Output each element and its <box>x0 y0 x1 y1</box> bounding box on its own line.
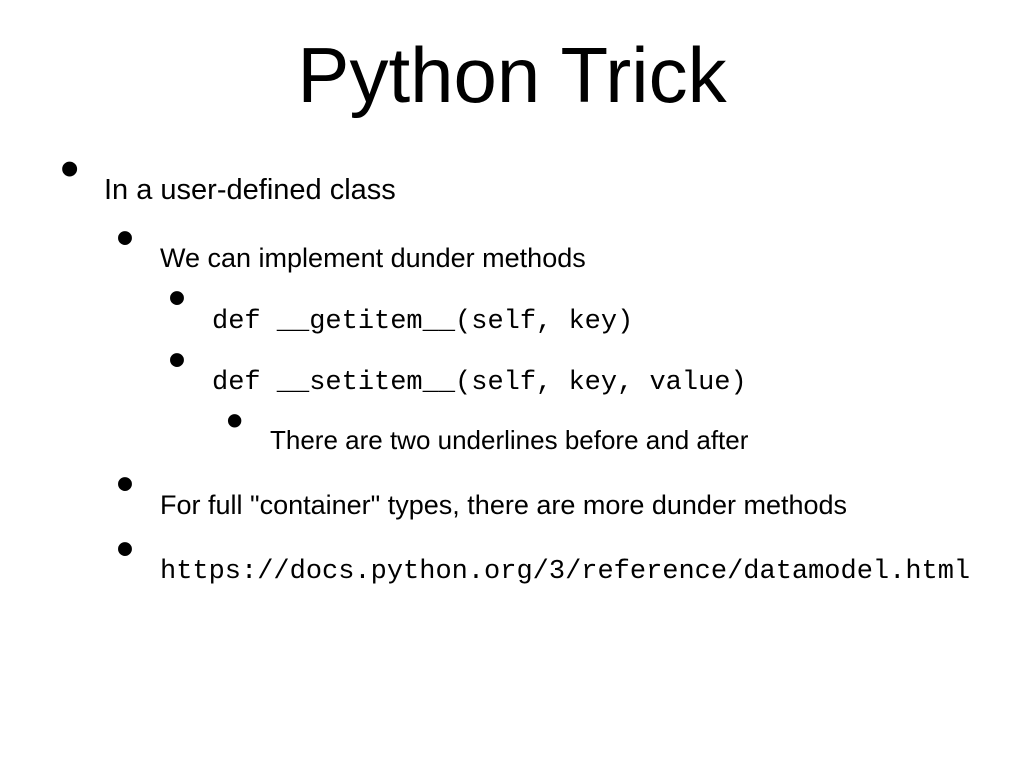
bullet-sublist: def __getitem__(self, key) def __setitem… <box>160 301 964 459</box>
bullet-lvl3: def __setitem__(self, key, value) There … <box>168 362 964 459</box>
bullet-sublist: There are two underlines before and afte… <box>212 423 964 458</box>
bullet-text: In a user-defined class <box>104 174 396 206</box>
slide: Python Trick In a user-defined class We … <box>0 0 1024 768</box>
url-text: https://docs.python.org/3/reference/data… <box>160 557 970 587</box>
bullet-text: There are two underlines before and afte… <box>270 425 748 455</box>
bullet-lvl1: In a user-defined class We can implement… <box>60 171 964 590</box>
bullet-lvl2: For full "container" types, there are mo… <box>116 487 964 523</box>
bullet-lvl3: def __getitem__(self, key) <box>168 301 964 340</box>
bullet-lvl4: There are two underlines before and afte… <box>226 423 964 458</box>
code-text: def __setitem__(self, key, value) <box>212 368 747 398</box>
slide-title: Python Trick <box>60 30 964 121</box>
bullet-lvl2: We can implement dunder methods def __ge… <box>116 240 964 458</box>
bullet-text: We can implement dunder methods <box>160 243 586 273</box>
bullet-text: For full "container" types, there are mo… <box>160 490 847 520</box>
bullet-lvl2: https://docs.python.org/3/reference/data… <box>116 551 964 590</box>
bullet-sublist: We can implement dunder methods def __ge… <box>104 240 964 590</box>
code-text: def __getitem__(self, key) <box>212 307 633 337</box>
bullet-list: In a user-defined class We can implement… <box>60 171 964 590</box>
